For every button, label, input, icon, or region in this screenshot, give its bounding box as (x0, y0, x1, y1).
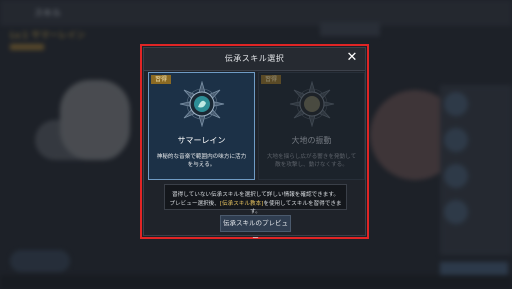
background-skill-slot (444, 128, 468, 152)
info-line-2: プレビュー選択後、[伝承スキル教本]を使用してスキルを習得できます。 (165, 199, 346, 215)
skill-preview-button[interactable]: 伝承スキルのプレビュー (220, 215, 291, 242)
info-line-2-prefix: プレビュー選択後、 (169, 201, 220, 207)
dialog-header: 伝承スキル選択 ✕ (144, 48, 365, 71)
skill-name: 大地の振動 (291, 136, 332, 145)
skill-description: 大地を揺らし広がる響きを発動して敵を攻撃し、動けなくする。 (266, 154, 357, 168)
learned-badge: 習得 (151, 75, 172, 84)
skill-select-dialog: 伝承スキル選択 ✕ 習得 サマーレイン 神秘的な音楽で範囲内の味方に活力を与える… (143, 47, 366, 242)
dialog-title: 伝承スキル選択 (224, 54, 285, 63)
background-tag (10, 44, 44, 50)
close-icon: ✕ (346, 50, 358, 65)
background-tab (320, 22, 380, 36)
background-left-button (10, 250, 70, 272)
info-line-1: 習得していない伝承スキルを選択して詳しい情報を確認できます。 (172, 192, 339, 198)
info-message-box: 習得していない伝承スキルを選択して詳しい情報を確認できます。 プレビュー選択後、… (164, 184, 347, 215)
background-title: スキル (34, 9, 62, 19)
skill-name: サマーレイン (177, 136, 226, 145)
skill-card-earth-tremor[interactable]: 習得 大地の振動 大地を揺らし広がる響きを発動して敵を攻撃し、動けなくする。 (258, 72, 365, 180)
earth-emblem-icon (289, 81, 335, 127)
skill-card-summer-rain[interactable]: 習得 サマーレイン 神秘的な音楽で範囲内の味方に活力を与える。 (148, 72, 255, 180)
learned-badge: 習得 (261, 75, 282, 84)
background-character-name: Lv.1 サマーレイン (10, 31, 86, 41)
info-line-2-suffix: を使用してスキルを習得できます。 (250, 201, 342, 215)
background-skill-slot (444, 92, 468, 116)
skill-book-highlight: [伝承スキル教本] (219, 201, 264, 207)
background-skill-slot (444, 164, 468, 188)
close-button[interactable]: ✕ (345, 51, 359, 65)
rain-emblem-icon (179, 81, 225, 127)
background-character (60, 80, 130, 160)
background-skill-slot (444, 200, 468, 224)
background-bottom-bar (0, 275, 512, 289)
skill-description: 神秘的な音楽で範囲内の味方に活力を与える。 (156, 154, 247, 168)
background-top-bar (0, 0, 512, 26)
